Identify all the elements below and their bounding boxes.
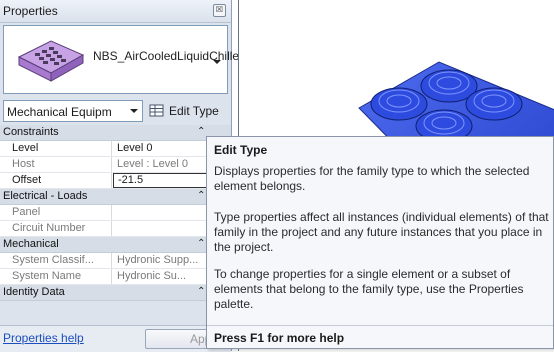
palette-title-bar[interactable]: Properties ☒ [0, 0, 231, 23]
property-row[interactable]: Offset -21.5 [0, 173, 231, 189]
group-header[interactable]: Electrical - Loads ⌃ [0, 189, 231, 205]
group-header[interactable]: Identity Data ⌃ [0, 285, 231, 301]
edit-type-tooltip: Edit Type Displays properties for the fa… [206, 136, 554, 349]
property-row[interactable]: System Classif... Hydronic Supp... [0, 253, 231, 269]
instance-filter-dropdown[interactable]: Mechanical Equipm [3, 100, 143, 122]
group-label: Electrical - Loads [3, 190, 88, 202]
chevron-up-icon[interactable]: ⌃ [197, 126, 205, 137]
edit-type-icon [149, 104, 164, 117]
close-icon[interactable]: ☒ [213, 4, 226, 17]
property-row[interactable]: Panel [0, 205, 231, 221]
group-label: Constraints [3, 126, 59, 138]
group-label: Mechanical [3, 238, 59, 250]
tooltip-title: Edit Type [214, 143, 268, 157]
palette-title: Properties [3, 4, 58, 18]
property-name: Offset [0, 173, 112, 188]
edit-type-label: Edit Type [169, 104, 219, 118]
property-row[interactable]: System Name Hydronic Su... [0, 269, 231, 285]
edit-type-button[interactable]: Edit Type [146, 100, 228, 122]
property-row[interactable]: Level Level 0 [0, 141, 231, 157]
group-label: Identity Data [3, 286, 65, 298]
properties-help-link[interactable]: Properties help [3, 331, 84, 345]
chiller-thumbnail-icon [17, 40, 85, 82]
type-selector[interactable]: NBS_AirCooledLiquidChillers [3, 25, 250, 94]
property-row[interactable]: Circuit Number [0, 221, 231, 237]
properties-grid: Constraints ⌃ Level Level 0 Host Level : Leve… [0, 125, 231, 301]
group-header[interactable]: Mechanical ⌃ [0, 237, 231, 253]
tooltip-paragraph-1: Displays properties for the family type … [214, 164, 530, 193]
property-name: System Name [0, 269, 112, 284]
tooltip-help-hint: Press F1 for more help [214, 331, 345, 345]
property-name: System Classif... [0, 253, 112, 268]
instance-filter-value: Mechanical Equipm [7, 105, 112, 119]
properties-palette: Properties ☒ NBS_AirCooledLiquidChillers… [0, 0, 250, 352]
chevron-up-icon[interactable]: ⌃ [197, 190, 205, 201]
group-header[interactable]: Constraints ⌃ [0, 125, 231, 141]
chevron-up-icon[interactable]: ⌃ [197, 238, 205, 249]
chevron-down-icon[interactable] [130, 109, 138, 113]
palette-footer: Properties help Apply [0, 325, 231, 352]
chevron-up-icon[interactable]: ⌃ [197, 286, 205, 297]
tooltip-paragraph-2: Type properties affect all instances (in… [214, 210, 549, 254]
property-name: Level [0, 141, 112, 156]
property-name: Panel [0, 205, 112, 220]
property-name: Circuit Number [0, 221, 112, 236]
tooltip-paragraph-3: To change properties for a single elemen… [214, 267, 524, 311]
type-name: NBS_AirCooledLiquidChillers [93, 49, 250, 63]
chevron-down-icon[interactable] [213, 60, 221, 64]
property-name: Host [0, 157, 112, 172]
property-row[interactable]: Host Level : Level 0 [0, 157, 231, 173]
tooltip-divider [207, 325, 553, 326]
